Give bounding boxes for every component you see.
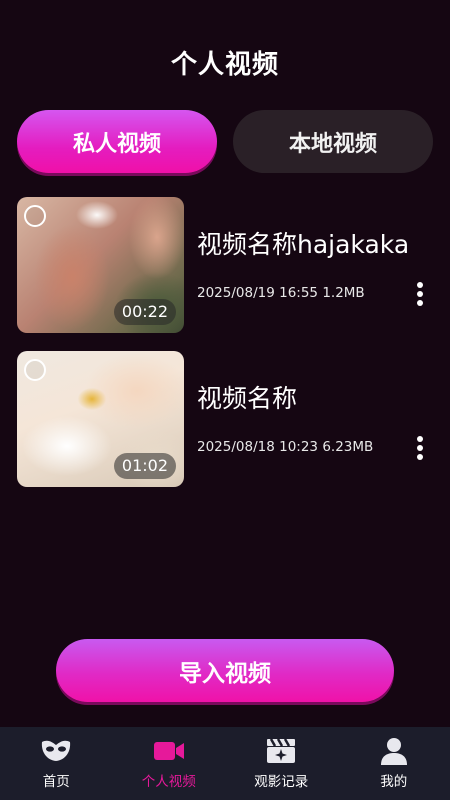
nav-item-home[interactable]: 首页 (0, 727, 113, 800)
video-tabs: 私人视频 本地视频 (17, 110, 433, 173)
import-video-button[interactable]: 导入视频 (56, 639, 394, 702)
dot-icon (417, 454, 423, 460)
video-meta: 2025/08/18 10:23 6.23MB (197, 439, 373, 455)
more-options-button[interactable] (410, 281, 430, 307)
mask-icon (39, 736, 73, 766)
tab-local-videos[interactable]: 本地视频 (233, 110, 433, 173)
dot-icon (417, 436, 423, 442)
video-thumbnail[interactable]: 01:02 (17, 351, 184, 487)
select-checkbox[interactable] (24, 205, 46, 227)
video-title: 视频名称hajakaka (197, 230, 410, 259)
more-options-button[interactable] (410, 435, 430, 461)
dot-icon (417, 291, 423, 297)
duration-badge: 00:22 (113, 299, 176, 325)
user-icon (377, 736, 411, 766)
video-size: 1.2MB (322, 285, 365, 301)
clapperboard-icon (264, 736, 298, 766)
dot-icon (417, 300, 423, 306)
nav-item-watch-history[interactable]: 观影记录 (225, 727, 338, 800)
video-date: 2025/08/18 (197, 439, 275, 455)
video-meta: 2025/08/19 16:55 1.2MB (197, 285, 365, 301)
video-time: 10:23 (279, 439, 319, 455)
video-date: 2025/08/19 (197, 285, 275, 301)
dot-icon (417, 282, 423, 288)
nav-label: 我的 (380, 774, 408, 790)
duration-badge: 01:02 (113, 453, 176, 479)
app-screen: 个人视频 私人视频 本地视频 00:22 视频名称hajakaka 2025/0… (0, 0, 450, 800)
nav-label: 首页 (42, 774, 70, 790)
video-title: 视频名称 (197, 384, 298, 413)
video-list-item[interactable]: 00:22 视频名称hajakaka 2025/08/19 16:55 1.2M… (17, 197, 437, 333)
video-list-item[interactable]: 01:02 视频名称 2025/08/18 10:23 6.23MB (17, 351, 437, 487)
tab-private-videos[interactable]: 私人视频 (17, 110, 217, 173)
video-time: 16:55 (279, 285, 319, 301)
video-list: 00:22 视频名称hajakaka 2025/08/19 16:55 1.2M… (17, 197, 437, 505)
video-camera-icon (152, 736, 186, 766)
nav-label: 观影记录 (254, 774, 309, 790)
bottom-navigation: 首页 个人视频 观影记录 我的 (0, 727, 450, 800)
select-checkbox[interactable] (24, 359, 46, 381)
video-thumbnail[interactable]: 00:22 (17, 197, 184, 333)
dot-icon (417, 445, 423, 451)
nav-label: 个人视频 (141, 774, 196, 790)
nav-item-personal-videos[interactable]: 个人视频 (113, 727, 226, 800)
video-size: 6.23MB (322, 439, 374, 455)
page-title: 个人视频 (170, 50, 279, 80)
nav-item-mine[interactable]: 我的 (338, 727, 450, 800)
